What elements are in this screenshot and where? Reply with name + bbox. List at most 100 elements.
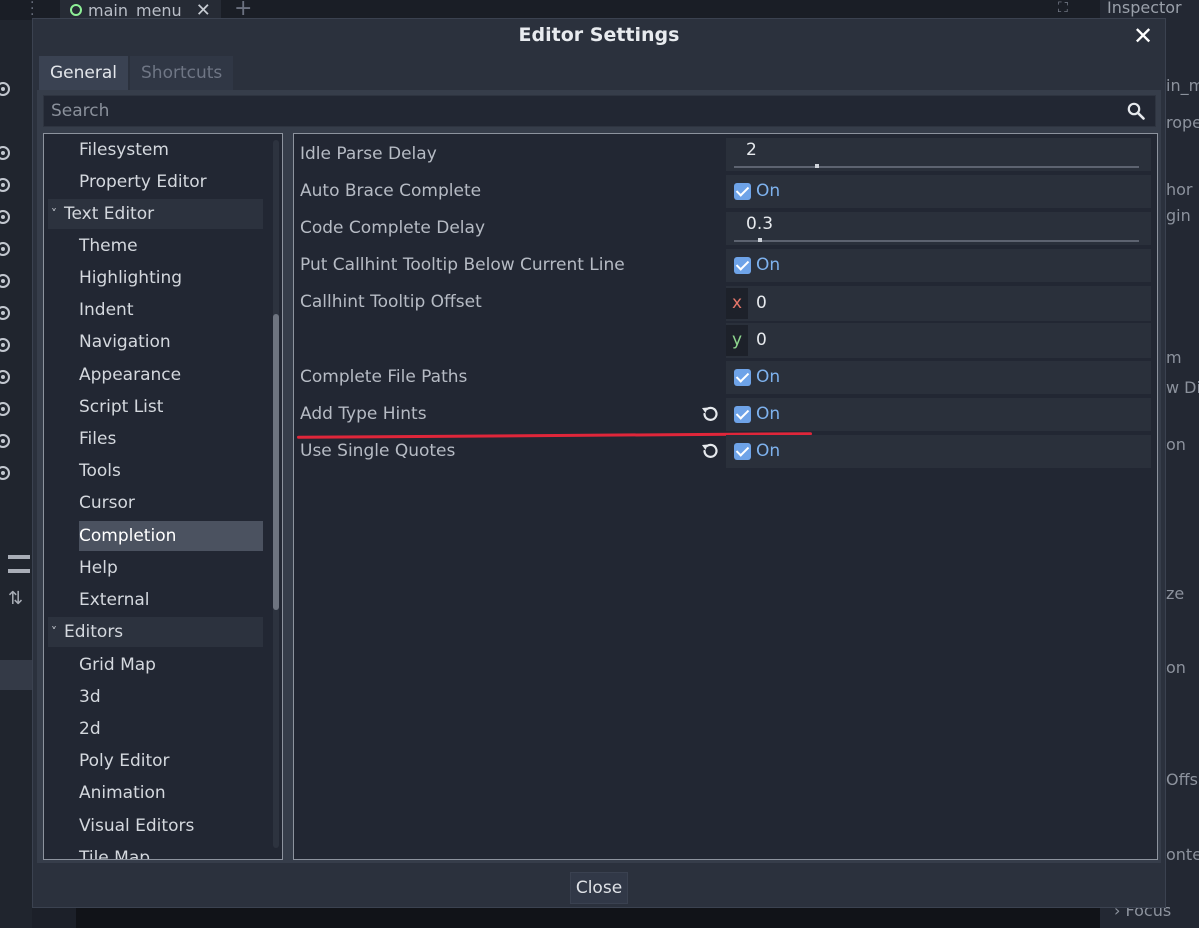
tree-item-editors[interactable]: ˅ Editors xyxy=(48,617,263,647)
sort-icon[interactable]: ⇅ xyxy=(8,588,23,609)
tree-item-filesystem[interactable]: Filesystem xyxy=(79,135,263,165)
checkbox-checked-icon[interactable] xyxy=(734,406,751,423)
chevron-down-icon: ˅ xyxy=(51,625,57,639)
scene-tree-panel: ⇅ xyxy=(0,20,32,928)
property-label: Use Single Quotes xyxy=(300,441,456,461)
tree-item-2d[interactable]: 2d xyxy=(79,714,263,744)
code-complete-delay-slider[interactable]: 0.3 xyxy=(726,212,1151,245)
tree-item-files[interactable]: Files xyxy=(79,424,263,454)
property-add-type-hints: Add Type Hints On xyxy=(294,397,1157,432)
revert-icon[interactable] xyxy=(700,441,720,461)
checkbox-checked-icon[interactable] xyxy=(734,257,751,274)
inspector-fragment: rope xyxy=(1166,113,1199,132)
visibility-eye-icon[interactable] xyxy=(0,434,10,448)
visibility-eye-icon[interactable] xyxy=(0,338,10,352)
tree-item-navigation[interactable]: Navigation xyxy=(79,327,263,357)
scene-node-icon xyxy=(70,4,82,16)
tab-menu-dots-icon[interactable]: · · · xyxy=(30,0,34,22)
chevron-down-icon: ˅ xyxy=(51,207,57,221)
tree-item-highlighting[interactable]: Highlighting xyxy=(79,263,263,293)
visibility-eye-icon[interactable] xyxy=(0,274,10,288)
visibility-eye-icon[interactable] xyxy=(0,178,10,192)
property-use-single-quotes: Use Single Quotes On xyxy=(294,434,1157,469)
tree-item-completion[interactable]: Completion xyxy=(79,521,263,551)
tree-item-indent[interactable]: Indent xyxy=(79,295,263,325)
visibility-eye-icon[interactable] xyxy=(0,370,10,384)
callhint-offset-y-field[interactable]: y 0 xyxy=(726,323,1151,358)
distraction-free-icon[interactable]: ⛶ xyxy=(1058,0,1068,16)
tree-item-3d[interactable]: 3d xyxy=(79,682,263,712)
tree-scrollbar[interactable] xyxy=(273,140,279,848)
tree-item-script-list[interactable]: Script List xyxy=(79,392,263,422)
tree-item-grid-map[interactable]: Grid Map xyxy=(79,650,263,680)
property-label: Complete File Paths xyxy=(300,367,468,387)
list-icon[interactable] xyxy=(8,555,30,573)
property-auto-brace-complete: Auto Brace Complete On xyxy=(294,174,1157,209)
tree-item-tile-map[interactable]: Tile Map xyxy=(79,843,263,859)
tree-item-appearance[interactable]: Appearance xyxy=(79,360,263,390)
tree-item-label: Editors xyxy=(64,622,124,642)
slider-grabber[interactable] xyxy=(815,164,819,168)
section-tree: Filesystem Property Editor ˅ Text Editor … xyxy=(43,133,283,860)
search-input[interactable] xyxy=(44,96,1114,126)
settings-tabs: General Shortcuts xyxy=(39,56,235,90)
tab-shortcuts[interactable]: Shortcuts xyxy=(130,56,234,90)
inspector-fragment: m xyxy=(1166,348,1182,367)
checkbox-checked-icon[interactable] xyxy=(734,443,751,460)
checkbox-checked-icon[interactable] xyxy=(734,183,751,200)
visibility-eye-icon[interactable] xyxy=(0,210,10,224)
tree-item-tools[interactable]: Tools xyxy=(79,456,263,486)
checkbox-checked-icon[interactable] xyxy=(734,369,751,386)
property-label: Auto Brace Complete xyxy=(300,181,482,201)
tree-item-external[interactable]: External xyxy=(79,585,263,615)
property-code-complete-delay: Code Complete Delay 0.3 xyxy=(294,211,1157,246)
visibility-eye-icon[interactable] xyxy=(0,306,10,320)
close-button[interactable]: Close xyxy=(570,872,628,904)
tree-item-help[interactable]: Help xyxy=(79,553,263,583)
scene-tab-label: main_menu xyxy=(88,0,182,20)
viewport-bottom xyxy=(76,905,1100,928)
tab-general[interactable]: General xyxy=(39,56,128,90)
visibility-eye-icon[interactable] xyxy=(0,82,10,96)
property-complete-file-paths: Complete File Paths On xyxy=(294,360,1157,395)
revert-icon[interactable] xyxy=(700,404,720,424)
search-box xyxy=(43,95,1156,127)
search-icon xyxy=(1127,102,1145,120)
idle-parse-delay-slider[interactable]: 2 xyxy=(726,138,1151,171)
property-put-callhint-below: Put Callhint Tooltip Below Current Line … xyxy=(294,248,1157,283)
tree-item-poly-editor[interactable]: Poly Editor xyxy=(79,746,263,776)
auto-brace-complete-checkbox[interactable]: On xyxy=(726,175,1151,208)
inspector-fragment: hor xyxy=(1166,180,1193,199)
use-single-quotes-checkbox[interactable]: On xyxy=(726,435,1151,468)
scene-tab-main-menu[interactable]: main_menu ✕ xyxy=(60,0,221,21)
inspector-fragment: gin xyxy=(1166,206,1191,225)
scrollbar-thumb[interactable] xyxy=(273,314,279,610)
tree-item-theme[interactable]: Theme xyxy=(79,231,263,261)
tree-item-property-editor[interactable]: Property Editor xyxy=(79,167,263,197)
complete-file-paths-checkbox[interactable]: On xyxy=(726,361,1151,394)
inspector-fragment: on xyxy=(1166,435,1186,454)
checkbox-state: On xyxy=(756,441,781,461)
property-label: Callhint Tooltip Offset xyxy=(300,292,482,312)
tree-item-label: Text Editor xyxy=(64,204,155,224)
tree-item-visual-editors[interactable]: Visual Editors xyxy=(79,811,263,841)
tree-item-animation[interactable]: Animation xyxy=(79,778,263,808)
property-label: Add Type Hints xyxy=(300,404,427,424)
visibility-eye-icon[interactable] xyxy=(0,146,10,160)
tree-item-text-editor[interactable]: ˅ Text Editor xyxy=(48,199,263,229)
tree-item-cursor[interactable]: Cursor xyxy=(79,488,263,518)
slider-track xyxy=(734,164,1139,168)
callhint-offset-x-field[interactable]: x 0 xyxy=(726,286,1151,321)
vector-x-value: 0 xyxy=(756,293,767,313)
visibility-eye-icon[interactable] xyxy=(0,466,10,480)
slider-grabber[interactable] xyxy=(758,238,763,242)
visibility-eye-icon[interactable] xyxy=(0,242,10,256)
visibility-eye-icon[interactable] xyxy=(0,402,10,416)
add-type-hints-checkbox[interactable]: On xyxy=(726,398,1151,431)
property-label: Put Callhint Tooltip Below Current Line xyxy=(300,255,625,275)
put-callhint-below-checkbox[interactable]: On xyxy=(726,249,1151,282)
checkbox-state: On xyxy=(756,255,781,275)
inspector-fragment: Offs xyxy=(1166,770,1198,789)
selected-row xyxy=(0,660,32,690)
close-icon[interactable]: ✕ xyxy=(1129,21,1157,51)
